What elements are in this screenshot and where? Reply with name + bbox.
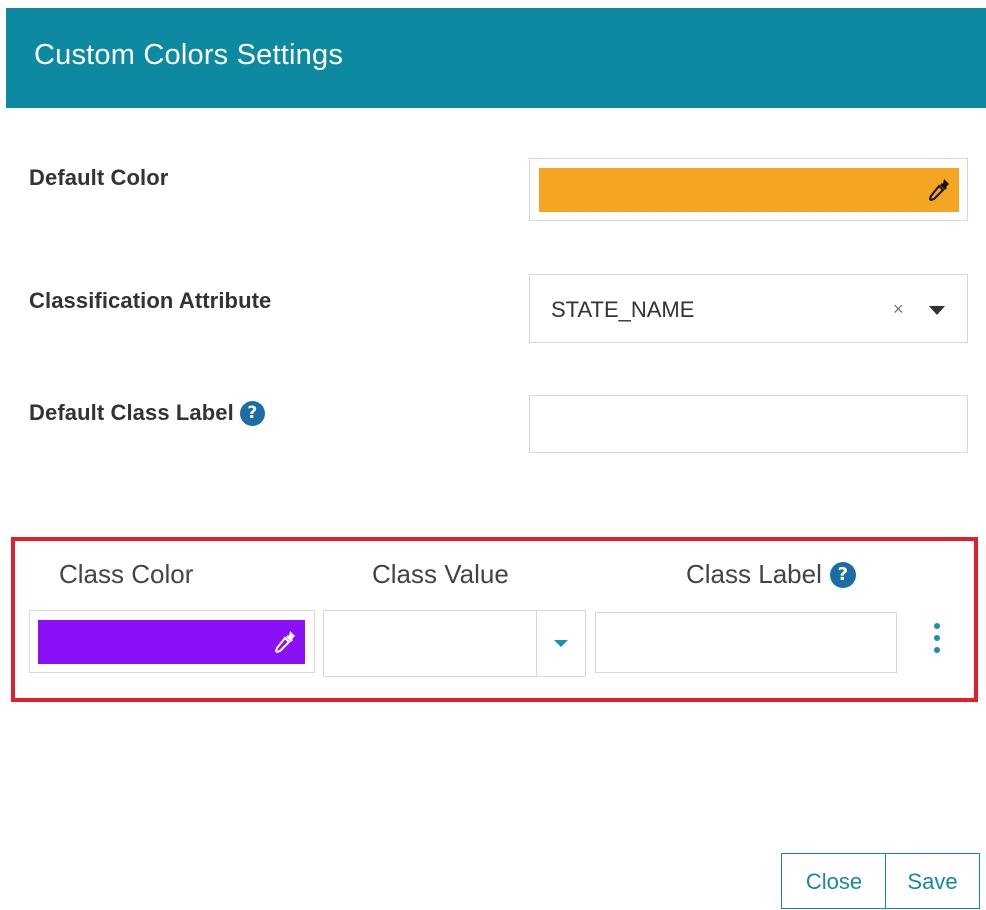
caret-down-icon[interactable]	[554, 640, 568, 647]
select-divider	[536, 611, 537, 676]
class-value-header: Class Value	[372, 559, 509, 589]
class-label-header: Class Label?	[686, 559, 856, 590]
class-label-input[interactable]	[595, 612, 897, 673]
more-options-icon[interactable]	[932, 623, 942, 663]
default-color-picker[interactable]	[529, 158, 968, 221]
close-button[interactable]: Close	[781, 853, 887, 909]
kebab-dot	[934, 623, 940, 629]
classification-attribute-select[interactable]: STATE_NAME ×	[529, 274, 968, 343]
default-class-label-input[interactable]	[529, 395, 968, 453]
class-color-picker[interactable]	[29, 610, 315, 673]
default-class-label-text: Default Class Label	[29, 400, 234, 425]
kebab-dot	[934, 647, 940, 653]
classification-attribute-value: STATE_NAME	[551, 297, 695, 322]
clear-icon[interactable]: ×	[893, 299, 904, 320]
default-class-label-label: Default Class Label?	[29, 400, 265, 426]
eyedropper-icon[interactable]	[927, 177, 951, 203]
classification-attribute-label: Classification Attribute	[29, 288, 272, 313]
eyedropper-icon[interactable]	[273, 629, 297, 655]
class-color-header: Class Color	[59, 559, 194, 589]
class-value-select[interactable]	[323, 610, 586, 677]
help-icon[interactable]: ?	[239, 401, 265, 426]
dialog-header: Custom Colors Settings	[6, 8, 986, 108]
dialog-title: Custom Colors Settings	[34, 39, 344, 71]
class-color-swatch[interactable]	[38, 620, 305, 664]
help-icon[interactable]: ?	[829, 562, 856, 588]
kebab-dot	[934, 635, 940, 641]
class-table-panel: Class Color Class Value Class Label?	[11, 537, 978, 702]
caret-down-icon[interactable]	[929, 306, 945, 315]
default-color-swatch[interactable]	[539, 168, 959, 212]
class-label-header-text: Class Label	[686, 559, 822, 589]
save-button[interactable]: Save	[885, 853, 980, 909]
default-color-label: Default Color	[29, 165, 169, 190]
